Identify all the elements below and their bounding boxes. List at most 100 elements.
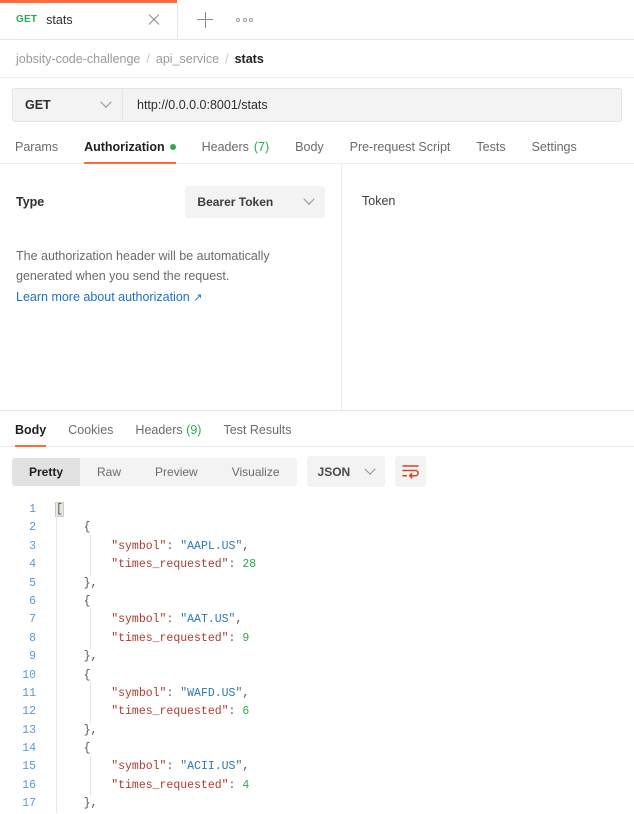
auth-description-line2: generated when you send the request. — [16, 269, 230, 284]
code-token: }, — [83, 650, 98, 664]
response-tab-cookies-label: Cookies — [68, 423, 114, 437]
view-preview[interactable]: Preview — [138, 458, 215, 486]
authorization-panel: Type Bearer Token The authorization head… — [0, 164, 634, 410]
chevron-down-icon — [100, 96, 112, 108]
response-tab-test-results[interactable]: Test Results — [212, 423, 302, 446]
line-number: 2 — [29, 521, 36, 535]
response-tab-test-results-label: Test Results — [223, 423, 292, 437]
ellipsis-icon[interactable] — [232, 10, 257, 30]
tab-authorization[interactable]: Authorization — [71, 140, 189, 164]
code-line: 1[ — [0, 501, 634, 519]
authorization-settings: Type Bearer Token The authorization head… — [0, 164, 341, 410]
view-visualize[interactable]: Visualize — [215, 458, 297, 486]
line-number: 4 — [29, 558, 36, 572]
auth-description-line1: The authorization header will be automat… — [16, 249, 270, 263]
code-text: { — [46, 740, 91, 758]
plus-icon[interactable] — [190, 5, 220, 35]
line-number: 15 — [22, 760, 36, 774]
tab-headers[interactable]: Headers (7) — [189, 140, 283, 163]
code-token: : — [166, 539, 181, 553]
wrap-text-icon[interactable] — [395, 456, 427, 487]
code-line: 9 }, — [0, 648, 634, 666]
code-token: : — [228, 705, 243, 719]
url-input[interactable]: http://0.0.0.0:8001/stats — [122, 88, 622, 122]
view-pretty[interactable]: Pretty — [12, 457, 81, 486]
code-line: 13 }, — [0, 722, 634, 740]
tab-title-label: stats — [46, 12, 73, 27]
tab-body[interactable]: Body — [282, 140, 337, 163]
response-tab-cookies[interactable]: Cookies — [57, 423, 124, 446]
line-number: 1 — [29, 503, 36, 516]
tab-authorization-label: Authorization — [84, 140, 165, 154]
line-number: 16 — [22, 778, 36, 792]
code-token: "ACII.US" — [180, 760, 243, 774]
code-line: 14 { — [0, 740, 634, 758]
response-tab-headers-count: (9) — [186, 423, 202, 437]
http-method-label: GET — [25, 98, 51, 112]
code-line: 12 "times_requested": 6 — [0, 703, 634, 721]
auth-type-select[interactable]: Bearer Token — [185, 186, 325, 218]
code-text: "symbol": "ACII.US", — [46, 758, 249, 776]
code-text: [ — [46, 501, 64, 519]
chevron-down-icon — [303, 193, 315, 205]
code-text: { — [46, 519, 91, 537]
code-token: 28 — [242, 558, 257, 572]
code-token: }, — [83, 797, 98, 811]
response-view-segmented-control: Pretty Raw Preview Visualize — [12, 457, 297, 486]
tab-headers-count: (7) — [253, 140, 270, 154]
close-icon[interactable] — [145, 11, 163, 29]
code-text: "times_requested": 28 — [46, 556, 256, 574]
chevron-down-icon — [364, 463, 376, 475]
breadcrumb-item-collection[interactable]: jobsity-code-challenge — [16, 52, 140, 66]
line-number: 5 — [29, 576, 36, 590]
response-tabs: Body Cookies Headers (9) Test Results — [0, 411, 634, 447]
code-line: 3 "symbol": "AAPL.US", — [0, 538, 634, 556]
code-token: , — [235, 613, 243, 627]
auth-type-value: Bearer Token — [197, 195, 274, 209]
http-method-select[interactable]: GET — [12, 88, 122, 122]
code-token: , — [242, 686, 250, 700]
tab-tests[interactable]: Tests — [463, 140, 518, 163]
url-bar: GET http://0.0.0.0:8001/stats — [12, 88, 622, 122]
token-label: Token — [362, 194, 396, 208]
code-token: [ — [55, 502, 64, 517]
learn-more-link[interactable]: Learn more about authorization ↗ — [16, 287, 202, 308]
response-tab-headers[interactable]: Headers (9) — [124, 423, 212, 446]
postman-window: GET stats jobsity-code-challenge / api_s… — [0, 0, 634, 814]
breadcrumb-item-folder[interactable]: api_service — [156, 52, 219, 66]
tab-pre-request-script[interactable]: Pre-request Script — [337, 140, 464, 163]
line-number: 8 — [29, 631, 36, 645]
tab-method-label: GET — [16, 14, 38, 25]
response-tab-body[interactable]: Body — [12, 423, 57, 447]
line-number: 7 — [29, 613, 36, 627]
tab-settings-label: Settings — [531, 140, 577, 154]
breadcrumb: jobsity-code-challenge / api_service / s… — [0, 40, 634, 78]
response-view-bar: Pretty Raw Preview Visualize JSON — [0, 447, 634, 495]
request-tab-stats[interactable]: GET stats — [0, 0, 178, 39]
line-number: 11 — [22, 686, 36, 700]
code-text: "symbol": "AAPL.US", — [46, 538, 249, 556]
view-raw[interactable]: Raw — [80, 458, 138, 486]
line-number: 9 — [29, 650, 36, 664]
response-body-code-viewer[interactable]: 1[2 {3 "symbol": "AAPL.US", 4 "times_requ… — [0, 495, 634, 813]
code-text: }, — [46, 648, 98, 666]
code-token: "symbol" — [111, 686, 167, 700]
code-token: 6 — [242, 705, 250, 719]
code-text: "symbol": "WAFD.US", — [46, 685, 249, 703]
external-link-icon: ↗ — [193, 291, 203, 304]
code-text: "times_requested": 9 — [46, 630, 249, 648]
breadcrumb-separator: / — [225, 51, 229, 66]
code-token: }, — [83, 576, 98, 590]
line-number: 3 — [29, 539, 36, 553]
code-token: "symbol" — [111, 613, 167, 627]
response-format-select[interactable]: JSON — [306, 456, 386, 487]
tab-params[interactable]: Params — [12, 140, 71, 163]
code-token: "AAPL.US" — [180, 539, 243, 553]
code-token: { — [83, 742, 91, 756]
auth-description: The authorization header will be automat… — [16, 246, 288, 307]
code-text: }, — [46, 722, 98, 740]
code-token: "times_requested" — [111, 631, 229, 645]
gutter-divider — [56, 501, 57, 813]
code-token: "symbol" — [111, 760, 167, 774]
tab-settings[interactable]: Settings — [519, 140, 590, 163]
